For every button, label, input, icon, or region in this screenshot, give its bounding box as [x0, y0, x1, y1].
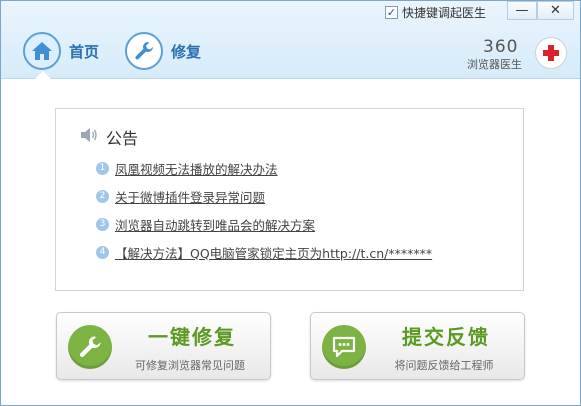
repair-button-title: 一键修复 — [148, 325, 236, 349]
notice-link[interactable]: 关于微博插件登录异常问题 — [115, 187, 265, 206]
close-icon: ✕ — [550, 3, 561, 18]
notice-panel: 公告 1 凤凰视频无法播放的解决办法 2 关于微博插件登录异常问题 3 浏览器自… — [55, 108, 524, 291]
quick-toggle[interactable]: ✓ 快捷键调起医生 — [385, 3, 486, 21]
notice-list: 1 凤凰视频无法播放的解决办法 2 关于微博插件登录异常问题 3 浏览器自动跳转… — [96, 154, 432, 266]
speaker-icon — [80, 127, 98, 147]
one-click-repair-button[interactable]: 一键修复 可修复浏览器常见问题 — [56, 312, 271, 380]
feedback-button-subtitle: 将问题反馈给工程师 — [394, 359, 494, 372]
app-window: ✓ 快捷键调起医生 — ✕ 首页 修复 360 浏览器医生 公告 1 凤凰视频无… — [0, 0, 581, 406]
notice-link[interactable]: 凤凰视频无法播放的解决办法 — [115, 159, 278, 178]
notice-header: 公告 — [80, 125, 138, 149]
tab-repair-label: 修复 — [171, 42, 202, 61]
feedback-button-title: 提交反馈 — [402, 325, 490, 349]
brand-logo: 360 — [483, 37, 519, 57]
wrench-icon — [125, 32, 163, 70]
list-item: 4 【解决方法】QQ电脑管家锁定主页为http://t.cn/******* — [96, 238, 432, 266]
submit-feedback-button[interactable]: 提交反馈 将问题反馈给工程师 — [310, 312, 525, 380]
tab-repair[interactable]: 修复 — [125, 29, 201, 73]
item-number: 3 — [96, 217, 109, 231]
item-number: 2 — [96, 189, 109, 203]
list-item: 1 凤凰视频无法播放的解决办法 — [96, 154, 432, 182]
list-item: 2 关于微博插件登录异常问题 — [96, 182, 432, 210]
red-cross-icon — [535, 37, 567, 69]
wrench-icon — [68, 325, 112, 369]
brand-name: 浏览器医生 — [467, 58, 522, 71]
tab-home[interactable]: 首页 — [23, 29, 99, 73]
brand: 360 浏览器医生 — [467, 37, 569, 71]
quick-toggle-checkbox[interactable]: ✓ — [385, 5, 398, 19]
item-number: 1 — [96, 161, 109, 175]
quick-toggle-label: 快捷键调起医生 — [402, 5, 487, 20]
active-tab-pointer — [34, 71, 52, 80]
notice-link[interactable]: 浏览器自动跳转到唯品会的解决方案 — [115, 215, 315, 234]
minimize-icon: — — [515, 3, 529, 18]
minimize-button[interactable]: — — [507, 1, 537, 20]
list-item: 3 浏览器自动跳转到唯品会的解决方案 — [96, 210, 432, 238]
chat-icon — [322, 325, 366, 369]
notice-link[interactable]: 【解决方法】QQ电脑管家锁定主页为http://t.cn/******* — [115, 243, 432, 262]
close-button[interactable]: ✕ — [537, 1, 574, 20]
home-icon — [23, 32, 61, 70]
tab-home-label: 首页 — [69, 42, 100, 61]
item-number: 4 — [96, 245, 109, 259]
repair-button-subtitle: 可修复浏览器常见问题 — [135, 359, 245, 372]
notice-title: 公告 — [106, 129, 139, 148]
header: ✓ 快捷键调起医生 — ✕ 首页 修复 360 浏览器医生 — [1, 1, 580, 80]
